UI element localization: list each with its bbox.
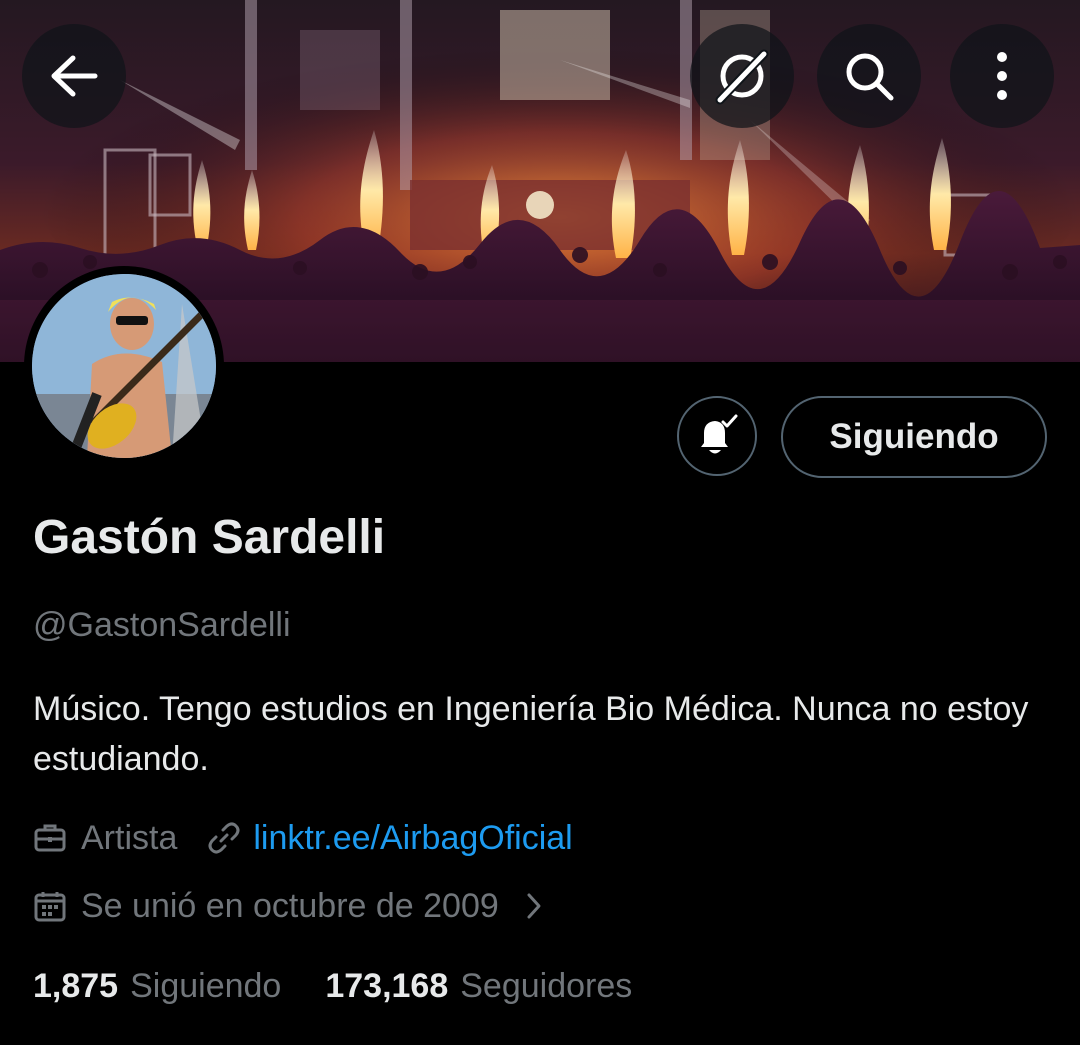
back-button[interactable] [22, 24, 126, 128]
following-label: Siguiendo [130, 966, 282, 1005]
following-stat-link[interactable]: 1,875 Siguiendo [33, 967, 281, 1006]
profile-joined-date: Se unió en octubre de 2009 [81, 886, 499, 925]
briefcase-icon [33, 821, 67, 855]
followers-label: Seguidores [460, 966, 633, 1005]
profile-meta-row: Artista linktr.ee/AirbagOficial [33, 812, 573, 864]
profile-category: Artista [81, 818, 178, 857]
profile-joined-row[interactable]: Se unió en octubre de 2009 [33, 880, 543, 932]
following-count: 1,875 [33, 966, 119, 1005]
grok-icon [715, 49, 769, 105]
profile-website-link[interactable]: linktr.ee/AirbagOficial [253, 819, 572, 858]
followers-count: 173,168 [325, 966, 449, 1005]
grok-button[interactable] [690, 24, 794, 128]
followers-stat-link[interactable]: 173,168 Seguidores [325, 967, 632, 1006]
following-button[interactable]: Siguiendo [781, 396, 1047, 478]
avatar-image [32, 274, 216, 458]
profile-stats: 1,875 Siguiendo 173,168 Seguidores [33, 962, 632, 1010]
profile-avatar[interactable] [24, 266, 224, 466]
more-vertical-icon [997, 52, 1007, 100]
profile-display-name: Gastón Sardelli [33, 511, 386, 564]
chevron-right-icon [525, 891, 543, 921]
search-icon [846, 53, 894, 101]
more-options-button[interactable] [950, 24, 1054, 128]
notifications-button[interactable] [677, 396, 757, 476]
profile-handle: @GastonSardelli [33, 606, 291, 644]
arrow-left-icon [51, 55, 98, 97]
link-icon [207, 821, 241, 855]
search-button[interactable] [817, 24, 921, 128]
bell-check-icon [701, 414, 738, 454]
profile-bio: Músico. Tengo estudios en Ingeniería Bio… [33, 690, 1029, 778]
calendar-icon [33, 889, 67, 923]
